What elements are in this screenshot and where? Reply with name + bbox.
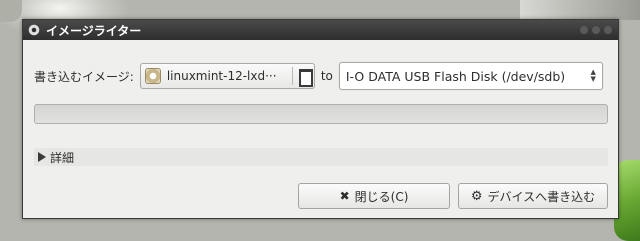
target-device-value: I-O DATA USB Flash Disk (/dev/sdb)	[345, 68, 566, 84]
window-titlebar[interactable]: イメージライター	[23, 20, 618, 40]
close-window-icon[interactable]	[604, 26, 612, 34]
desktop-decoration	[520, 0, 640, 20]
target-device-select[interactable]: I-O DATA USB Flash Disk (/dev/sdb) ▲ ▼	[338, 62, 603, 90]
to-label: to	[320, 69, 333, 83]
write-progress-bar	[34, 104, 608, 124]
expander-arrow-icon	[38, 152, 46, 162]
times-icon: ✖	[339, 189, 350, 203]
details-label: 詳細	[50, 150, 75, 165]
details-expander[interactable]: 詳細	[34, 148, 608, 166]
image-file-name: linuxmint-12-lxd···	[166, 69, 277, 83]
chooser-separator	[291, 67, 293, 85]
window-controls	[580, 26, 612, 34]
document-icon	[298, 69, 313, 87]
combo-arrows-icon: ▲ ▼	[590, 69, 595, 83]
window-title: イメージライター	[46, 23, 142, 38]
image-label: 書き込むイメージ:	[34, 69, 134, 84]
write-button-label: デバイスへ書き込む	[487, 189, 596, 204]
write-to-device-button[interactable]: ⚙ デバイスへ書き込む	[458, 183, 608, 209]
source-target-row: 書き込むイメージ: linuxmint-12-lxd··· to I-O DAT…	[34, 62, 603, 90]
app-disc-icon[interactable]	[28, 24, 40, 36]
close-button-label: 閉じる(C)	[354, 189, 409, 204]
close-button[interactable]: ✖ 閉じる(C)	[298, 183, 450, 209]
desktop-decoration	[0, 0, 22, 22]
image-file-chooser[interactable]: linuxmint-12-lxd···	[139, 63, 315, 89]
dialog-buttons: ✖ 閉じる(C) ⚙ デバイスへ書き込む	[298, 183, 608, 209]
minimize-icon[interactable]	[580, 26, 588, 34]
disc-image-icon	[144, 68, 161, 84]
maximize-icon[interactable]	[592, 26, 600, 34]
chevron-down-icon: ▼	[590, 75, 596, 83]
image-writer-window: イメージライター 書き込むイメージ: linuxmint-12-lxd··· t…	[22, 19, 619, 219]
gear-icon: ⚙	[470, 188, 483, 204]
